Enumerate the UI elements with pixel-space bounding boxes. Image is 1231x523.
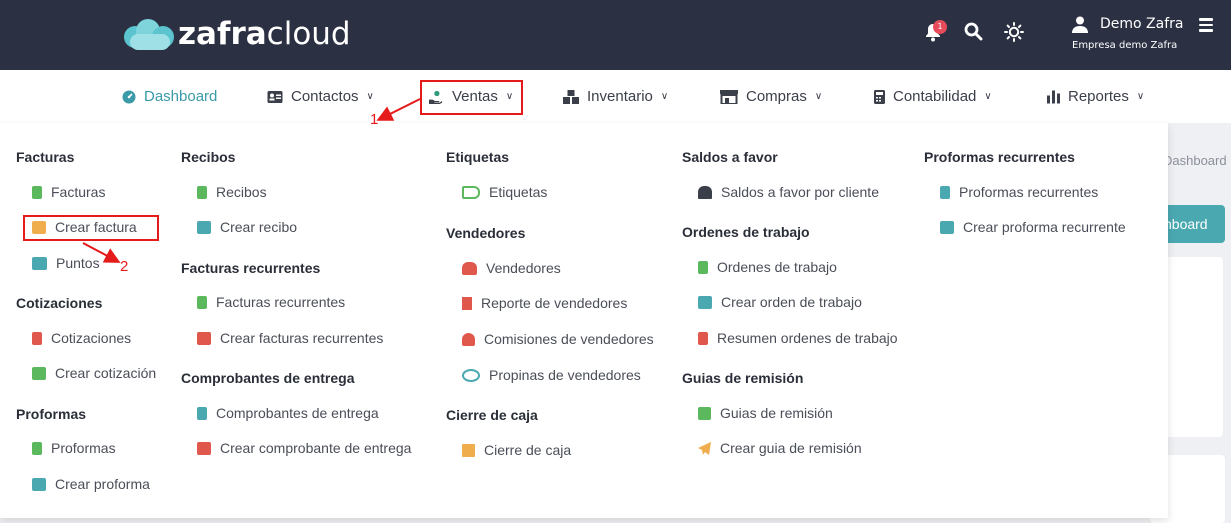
annotation-step-1: 1 <box>370 111 379 128</box>
annotation-step-2: 2 <box>120 258 129 275</box>
annotation-arrows <box>82 98 421 263</box>
